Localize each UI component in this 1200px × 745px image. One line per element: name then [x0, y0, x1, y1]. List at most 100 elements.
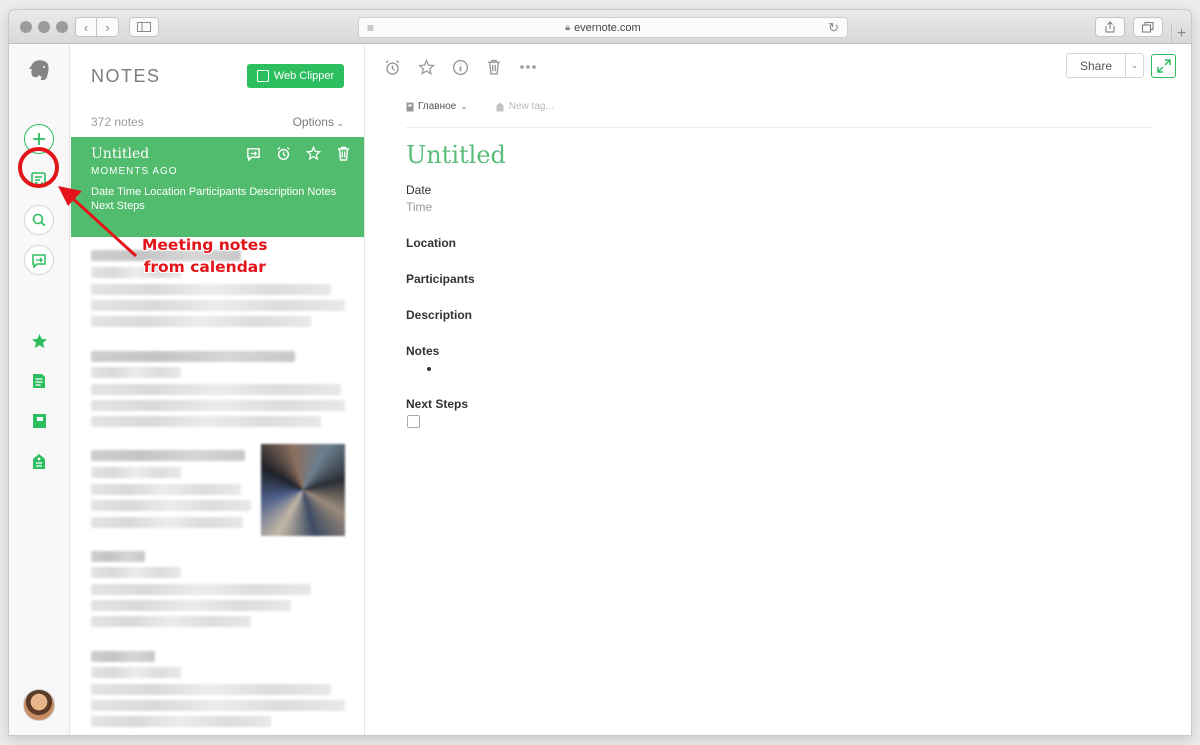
- divider: [406, 127, 1151, 128]
- work-chat-icon[interactable]: [245, 145, 261, 161]
- chevron-down-icon: ⌄: [333, 118, 344, 128]
- blurred-text: [91, 500, 251, 511]
- blurred-time: [91, 567, 181, 578]
- editor-toolbar: [382, 57, 538, 77]
- blurred-text: [91, 616, 251, 627]
- notes-icon: [33, 374, 45, 388]
- back-button[interactable]: ‹: [75, 17, 97, 37]
- star-icon[interactable]: [416, 57, 436, 77]
- new-tag-field[interactable]: New tag...: [496, 101, 554, 112]
- show-tabs-button[interactable]: [1133, 17, 1163, 37]
- new-tab-button[interactable]: +: [1171, 24, 1191, 44]
- minimize-window-button[interactable]: [38, 21, 50, 33]
- notes-heading: NOTES: [91, 66, 161, 86]
- chevron-down-icon: ⌄: [460, 101, 468, 111]
- blurred-text: [91, 517, 243, 528]
- tags-icon: [33, 453, 45, 469]
- blurred-text: [91, 700, 345, 711]
- browser-toolbar: ‹ › ≡ 🔒︎ evernote.com ↻: [9, 10, 1191, 44]
- chevron-down-icon: ⌄: [1130, 60, 1139, 70]
- url-text: evernote.com: [574, 21, 641, 34]
- next-step-checkbox[interactable]: [407, 415, 420, 428]
- web-clipper-icon: [256, 70, 269, 82]
- web-clipper-button[interactable]: Web Clipper: [247, 64, 344, 88]
- options-dropdown[interactable]: Options ⌄: [293, 115, 344, 129]
- lock-icon: 🔒︎: [565, 22, 571, 32]
- sidebar-toggle-button[interactable]: [129, 17, 159, 37]
- notes-button[interactable]: [24, 366, 54, 396]
- user-avatar[interactable]: [23, 689, 55, 721]
- blurred-title: [91, 450, 245, 461]
- star-icon[interactable]: [305, 145, 321, 161]
- notebook-selector[interactable]: Главное ⌄: [406, 101, 468, 112]
- field-next-steps[interactable]: Next Steps: [406, 397, 468, 411]
- field-time[interactable]: Time: [406, 200, 432, 214]
- shortcuts-star-icon: [31, 333, 47, 348]
- field-notes[interactable]: Notes: [406, 344, 439, 358]
- reload-icon[interactable]: ↻: [828, 20, 839, 36]
- share-dropdown-button[interactable]: ⌄: [1126, 54, 1143, 77]
- info-icon[interactable]: [450, 57, 470, 77]
- tags-button[interactable]: [24, 446, 54, 476]
- plus-icon: [33, 133, 45, 145]
- work-chat-button[interactable]: [24, 245, 54, 275]
- annotation-line-1: Meeting notes: [142, 236, 268, 254]
- close-window-button[interactable]: [20, 21, 32, 33]
- share-button[interactable]: Share: [1067, 54, 1126, 77]
- blurred-text: [91, 284, 331, 295]
- address-bar[interactable]: ≡ 🔒︎ evernote.com ↻: [358, 17, 848, 38]
- trash-icon[interactable]: [484, 57, 504, 77]
- note-meta-row: Главное ⌄ New tag...: [406, 101, 554, 112]
- highlight-circle: [18, 147, 59, 188]
- blurred-title: [91, 351, 295, 362]
- more-icon[interactable]: [518, 57, 538, 77]
- trash-icon[interactable]: [335, 145, 351, 161]
- reminder-icon[interactable]: [382, 57, 402, 77]
- blurred-text: [91, 300, 345, 311]
- search-button[interactable]: [24, 205, 54, 235]
- web-clipper-label: Web Clipper: [273, 70, 335, 82]
- field-participants[interactable]: Participants: [406, 272, 475, 286]
- annotation-label: Meeting notes from calendar: [142, 234, 268, 278]
- sidebar-icon: [137, 22, 151, 32]
- reminder-icon[interactable]: [275, 145, 291, 161]
- note-card-time: MOMENTS AGO: [91, 166, 178, 177]
- options-label: Options: [292, 115, 334, 129]
- new-tag-placeholder: New tag...: [508, 101, 554, 112]
- blurred-text: [91, 600, 291, 611]
- share-page-button[interactable]: [1095, 17, 1125, 37]
- reader-menu-icon[interactable]: ≡: [367, 21, 374, 35]
- notes-list-panel: NOTES Web Clipper 372 notes Options ⌄ Un…: [71, 45, 365, 735]
- note-thumbnail-image: [261, 444, 345, 536]
- annotation-line-2: from calendar: [143, 258, 266, 276]
- note-title[interactable]: Untitled: [406, 141, 506, 169]
- expand-button[interactable]: [1151, 54, 1176, 78]
- blurred-text: [91, 684, 331, 695]
- bullet-point[interactable]: [427, 367, 431, 371]
- tag-icon: [496, 102, 504, 111]
- notebook-icon: [406, 102, 414, 111]
- field-location[interactable]: Location: [406, 236, 456, 250]
- note-card-actions: [245, 145, 351, 161]
- notebooks-button[interactable]: [24, 406, 54, 436]
- browser-window: ‹ › ≡ 🔒︎ evernote.com ↻ + NOTES Web Clip…: [9, 10, 1191, 735]
- elephant-logo-icon: [29, 60, 49, 80]
- evernote-app: NOTES Web Clipper 372 notes Options ⌄ Un…: [9, 45, 1191, 735]
- zoom-window-button[interactable]: [56, 21, 68, 33]
- forward-button[interactable]: ›: [97, 17, 119, 37]
- note-card-selected[interactable]: Untitled MOMENTS AGO Date Time Location …: [71, 137, 364, 237]
- blurred-text: [91, 384, 341, 395]
- chevron-right-icon: ›: [105, 19, 110, 35]
- tabs-icon: [1142, 21, 1154, 32]
- field-description[interactable]: Description: [406, 308, 472, 322]
- share-icon: [1105, 21, 1115, 33]
- blurred-time: [91, 467, 181, 478]
- note-editor: Share ⌄ Главное ⌄ New tag... Untitled Da…: [366, 45, 1191, 735]
- blurred-title: [91, 551, 145, 562]
- shortcuts-button[interactable]: [24, 326, 54, 356]
- blurred-text: [91, 584, 311, 595]
- share-group: Share ⌄: [1066, 53, 1144, 78]
- search-icon: [32, 213, 46, 227]
- blurred-text: [91, 400, 345, 411]
- field-date[interactable]: Date: [406, 183, 431, 197]
